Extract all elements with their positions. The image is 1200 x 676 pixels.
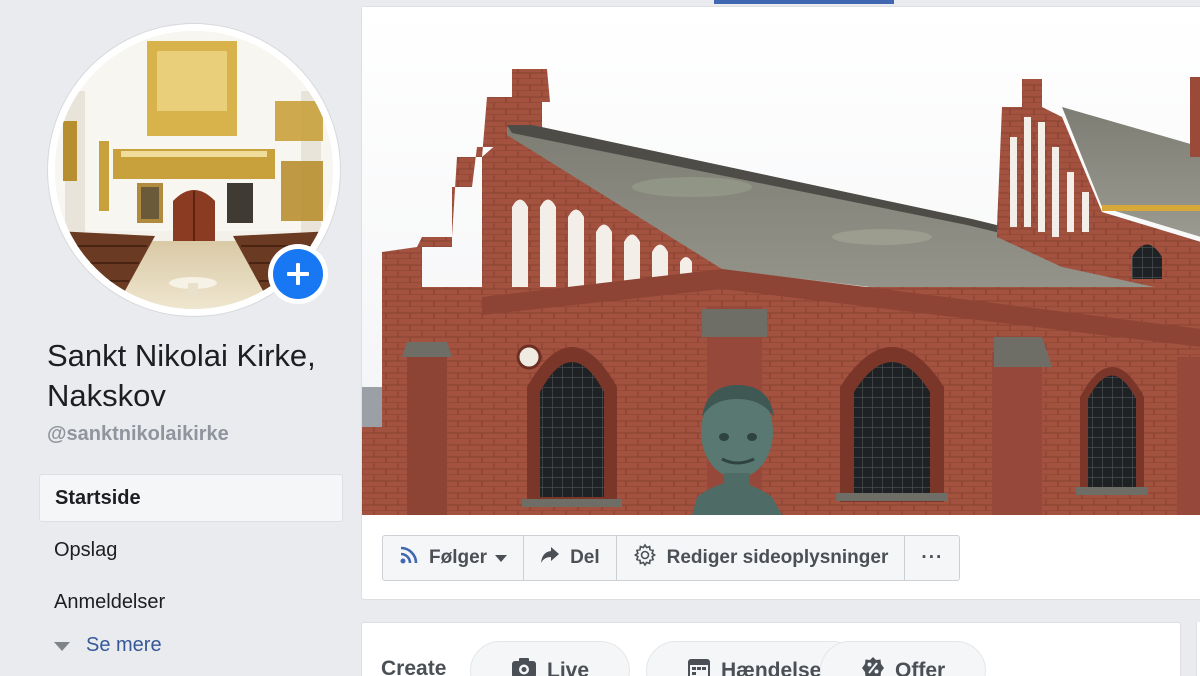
nav-item-startside[interactable]: Startside <box>39 474 343 522</box>
create-offer-label: Offer <box>895 659 946 676</box>
create-post-card: Create Live Hændelse Offer <box>361 622 1181 676</box>
create-offer-button[interactable]: Offer <box>820 641 987 676</box>
see-more-link[interactable]: Se mere <box>54 634 162 657</box>
see-more-label: Se mere <box>86 634 162 656</box>
left-sidebar: Sankt Nikolai Kirke, Nakskov @sanktnikol… <box>0 0 360 676</box>
follow-button[interactable]: Følger <box>382 535 525 581</box>
create-label: Create <box>381 657 447 676</box>
create-live-button[interactable]: Live <box>470 641 631 676</box>
page-username[interactable]: @sanktnikolaikirke <box>47 423 229 446</box>
create-live-label: Live <box>547 659 590 676</box>
caret-down-icon <box>495 554 508 562</box>
action-button-group: Følger Del Rediger sideoplysninger <box>382 535 906 581</box>
camera-icon <box>511 657 547 676</box>
church-exterior-image <box>362 7 1200 515</box>
percent-tag-icon <box>861 656 895 676</box>
edit-page-info-label: Rediger sideoplysninger <box>666 547 889 568</box>
page-action-bar: Følger Del Rediger sideoplysninger ··· <box>382 535 961 581</box>
cover-card: Følger Del Rediger sideoplysninger ··· <box>361 6 1200 600</box>
create-event-label: Hændelse <box>721 659 822 676</box>
cover-photo[interactable] <box>362 7 1200 515</box>
more-options-button[interactable]: ··· <box>904 535 961 581</box>
more-options-icon: ··· <box>921 547 944 568</box>
nav-item-anmeldelser[interactable]: Anmeldelser <box>39 578 343 626</box>
page-title: Sankt Nikolai Kirke, Nakskov <box>47 338 316 413</box>
share-arrow-icon <box>540 546 570 570</box>
rss-feed-icon <box>399 545 429 571</box>
triangle-down-icon <box>54 642 70 651</box>
nav-item-opslag[interactable]: Opslag <box>39 526 343 574</box>
share-button[interactable]: Del <box>523 535 617 581</box>
page-navigation: Startside Opslag Anmeldelser <box>39 474 343 630</box>
follow-label: Følger <box>429 547 488 568</box>
add-profile-photo-button[interactable] <box>268 244 328 304</box>
calendar-icon <box>687 656 721 676</box>
gear-icon <box>633 543 667 573</box>
right-panel-edge <box>1196 622 1200 676</box>
active-tab-indicator <box>714 0 894 4</box>
share-label: Del <box>570 547 600 568</box>
plus-icon <box>273 249 323 299</box>
edit-page-info-button[interactable]: Rediger sideoplysninger <box>615 535 906 581</box>
